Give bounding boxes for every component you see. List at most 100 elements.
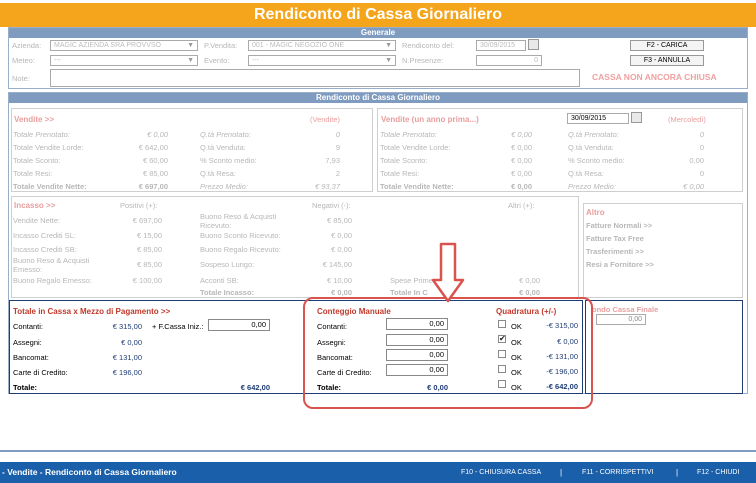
incasso-mid-label: Buono Reso & Acquisti Ricevuto: [200, 212, 277, 230]
anno-row-label: Totale Prenotato: [380, 130, 437, 139]
vendite-row-value: € 642,00 [138, 143, 168, 152]
incasso-left-value: € 85,00 [136, 260, 162, 269]
anno-prezzo-value: € 0,00 [683, 182, 704, 191]
altro-item[interactable]: Fatture Tax Free [586, 234, 644, 243]
fondo-cassa-title: ondo Cassa Finale [592, 305, 659, 314]
incasso-left-value: € 15,00 [136, 231, 162, 240]
anno-row-qvalue: 0 [699, 143, 704, 152]
vendite-row-qvalue: 7,93 [325, 156, 340, 165]
chevron-down-icon: ▼ [187, 42, 194, 49]
cassa-row-label: Carte di Credito: [13, 368, 68, 377]
pvendita-value: 001 - MAGIC NEGOZIO ONE [252, 42, 345, 49]
altro-item[interactable]: Resi a Fornitore >> [586, 260, 654, 269]
rendiconto-header: Rendiconto di Cassa Giornaliero [9, 93, 747, 103]
incasso-mid-label: Buono Sconto Ricevuto: [200, 231, 281, 240]
pvendita-select[interactable]: 001 - MAGIC NEGOZIO ONE ▼ [248, 40, 396, 51]
npresenze-input[interactable]: 0 [476, 55, 542, 66]
azienda-label: Azienda: [12, 41, 42, 50]
vendite-row-qvalue: 9 [335, 143, 340, 152]
vendite-row-qlabel: Q.tà Prenotato: [200, 130, 251, 139]
altro-item[interactable]: Fatture Normali >> [586, 221, 652, 230]
fondo-cassa-input[interactable]: 0,00 [596, 314, 646, 325]
cassa-row-value: € 131,00 [112, 353, 142, 362]
negativi-label: Negativi (-): [312, 201, 351, 210]
incasso-mid-value: € 0,00 [331, 245, 352, 254]
incasso-left-value: € 100,00 [132, 276, 162, 285]
cassa-row-value: € 0,00 [121, 338, 142, 347]
positivi-label: Positivi (+): [120, 201, 158, 210]
anno-row-value: € 0,00 [511, 130, 532, 139]
prezzo-medio-label: Prezzo Medio: [200, 182, 248, 191]
incasso-title[interactable]: Incasso >> [14, 201, 55, 210]
azienda-select[interactable]: MAGIC AZIENDA SRA PROVVSO ▼ [50, 40, 198, 51]
page-title: Rendiconto di Cassa Giornaliero [0, 3, 756, 27]
vendite-row-qvalue: 0 [335, 130, 340, 139]
vendite-title[interactable]: Vendite >> [14, 115, 54, 124]
cassa-row-value: € 315,00 [112, 322, 142, 331]
carica-button[interactable]: F2 - CARICA [630, 40, 704, 51]
anno-row-qvalue: 0,00 [689, 156, 704, 165]
status-bar: - Vendite - Rendiconto di Cassa Giornali… [0, 462, 756, 483]
anno-row-value: € 0,00 [511, 156, 532, 165]
totale-incasso-label: Totale Incasso: [200, 288, 255, 297]
note-textarea[interactable] [50, 69, 580, 87]
vendite-nette-value: € 697,00 [138, 182, 168, 191]
f10-chiusura-cassa-button[interactable]: F10 - CHIUSURA CASSA [461, 462, 541, 483]
vendite-row-value: € 60,00 [142, 156, 168, 165]
anno-row-label: Totale Sconto: [380, 156, 428, 165]
vendite-row-qlabel: Q.tà Resa: [200, 169, 236, 178]
rendiconto-date-input[interactable]: 30/09/2015 [476, 40, 526, 51]
fcassa-input[interactable]: 0,00 [208, 319, 270, 331]
f12-chiudi-button[interactable]: F12 - CHIUDI [697, 462, 739, 483]
vendite-tag: (Vendite) [310, 115, 341, 124]
cassa-row-label: Contanti: [13, 322, 44, 331]
status-separator [0, 450, 756, 452]
incasso-mid-label: Sospeso Lungo: [200, 260, 255, 269]
incasso-mid-label: Acconti SB: [200, 276, 239, 285]
vendite-row-label: Totale Sconto: [13, 156, 61, 165]
vendite-row-qlabel: % Sconto medio: [200, 156, 257, 165]
incasso-left-label: Buono Reso & Acquisti Emesso: [13, 256, 90, 274]
incasso-left-label: Vendite Nette: [13, 216, 61, 225]
prezzo-medio-value: € 93,37 [314, 182, 340, 191]
f11-corrispettivi-button[interactable]: F11 - CORRISPETTIVI [582, 462, 653, 483]
vendite-row-qlabel: Q.tà Venduta: [200, 143, 246, 152]
annulla-button[interactable]: F3 - ANNULLA [630, 55, 704, 66]
incasso-mid-label: Buono Regalo Ricevuto: [200, 245, 281, 254]
cassa-row-label: Bancomat: [13, 353, 49, 362]
spese-value: € 0,00 [519, 276, 540, 285]
anno-prima-date-input[interactable]: 30/09/2015 [567, 113, 629, 124]
down-arrow-icon [431, 242, 465, 303]
anno-row-qlabel: Q.tà Prenotato: [568, 130, 619, 139]
calendar-icon[interactable] [528, 39, 539, 50]
vendite-row-value: € 0,00 [147, 130, 168, 139]
incasso-left-label: Buono Regalo Emesso: [13, 276, 92, 285]
incasso-mid-value: € 10,00 [326, 276, 352, 285]
incasso-left-label: Incasso Crediti SL: [13, 231, 76, 240]
anno-prima-tag: (Mercoledì) [668, 115, 706, 124]
anno-row-label: Totale Resi: [380, 169, 420, 178]
totale-in-label: Totale In C [390, 288, 428, 297]
anno-row-value: € 0,00 [511, 143, 532, 152]
incasso-left-label: Incasso Crediti SB: [13, 245, 77, 254]
vendite-row-value: € 85,00 [142, 169, 168, 178]
npresenze-label: N.Presenze: [402, 56, 444, 65]
altro-item[interactable]: Trasferimenti >> [586, 247, 644, 256]
status-bar-title: - Vendite - Rendiconto di Cassa Giornali… [2, 467, 177, 477]
totale-cassa-title[interactable]: Totale in Cassa x Mezzo di Pagamento >> [13, 307, 170, 316]
altri-label: Altri (+): [508, 201, 535, 210]
vendite-row-label: Totale Prenotato: [13, 130, 70, 139]
anno-row-qlabel: % Sconto medio: [568, 156, 625, 165]
azienda-value: MAGIC AZIENDA SRA PROVVSO [54, 42, 161, 49]
fcassa-label: + F.Cassa Iniz.: [152, 322, 204, 331]
incasso-left-value: € 85,00 [136, 245, 162, 254]
status-divider: | [560, 468, 563, 477]
anno-row-label: Totale Vendite Lorde: [380, 143, 451, 152]
anno-nette-label: Totale Vendite Nette: [380, 182, 454, 191]
vendite-row-label: Totale Vendite Lorde: [13, 143, 84, 152]
calendar-icon[interactable] [631, 112, 642, 123]
evento-select[interactable]: --- ▼ [248, 55, 396, 66]
meteo-select[interactable]: --- ▼ [50, 55, 198, 66]
vendite-nette-label: Totale Vendite Nette: [13, 182, 87, 191]
cassa-row-value: € 196,00 [112, 368, 142, 377]
